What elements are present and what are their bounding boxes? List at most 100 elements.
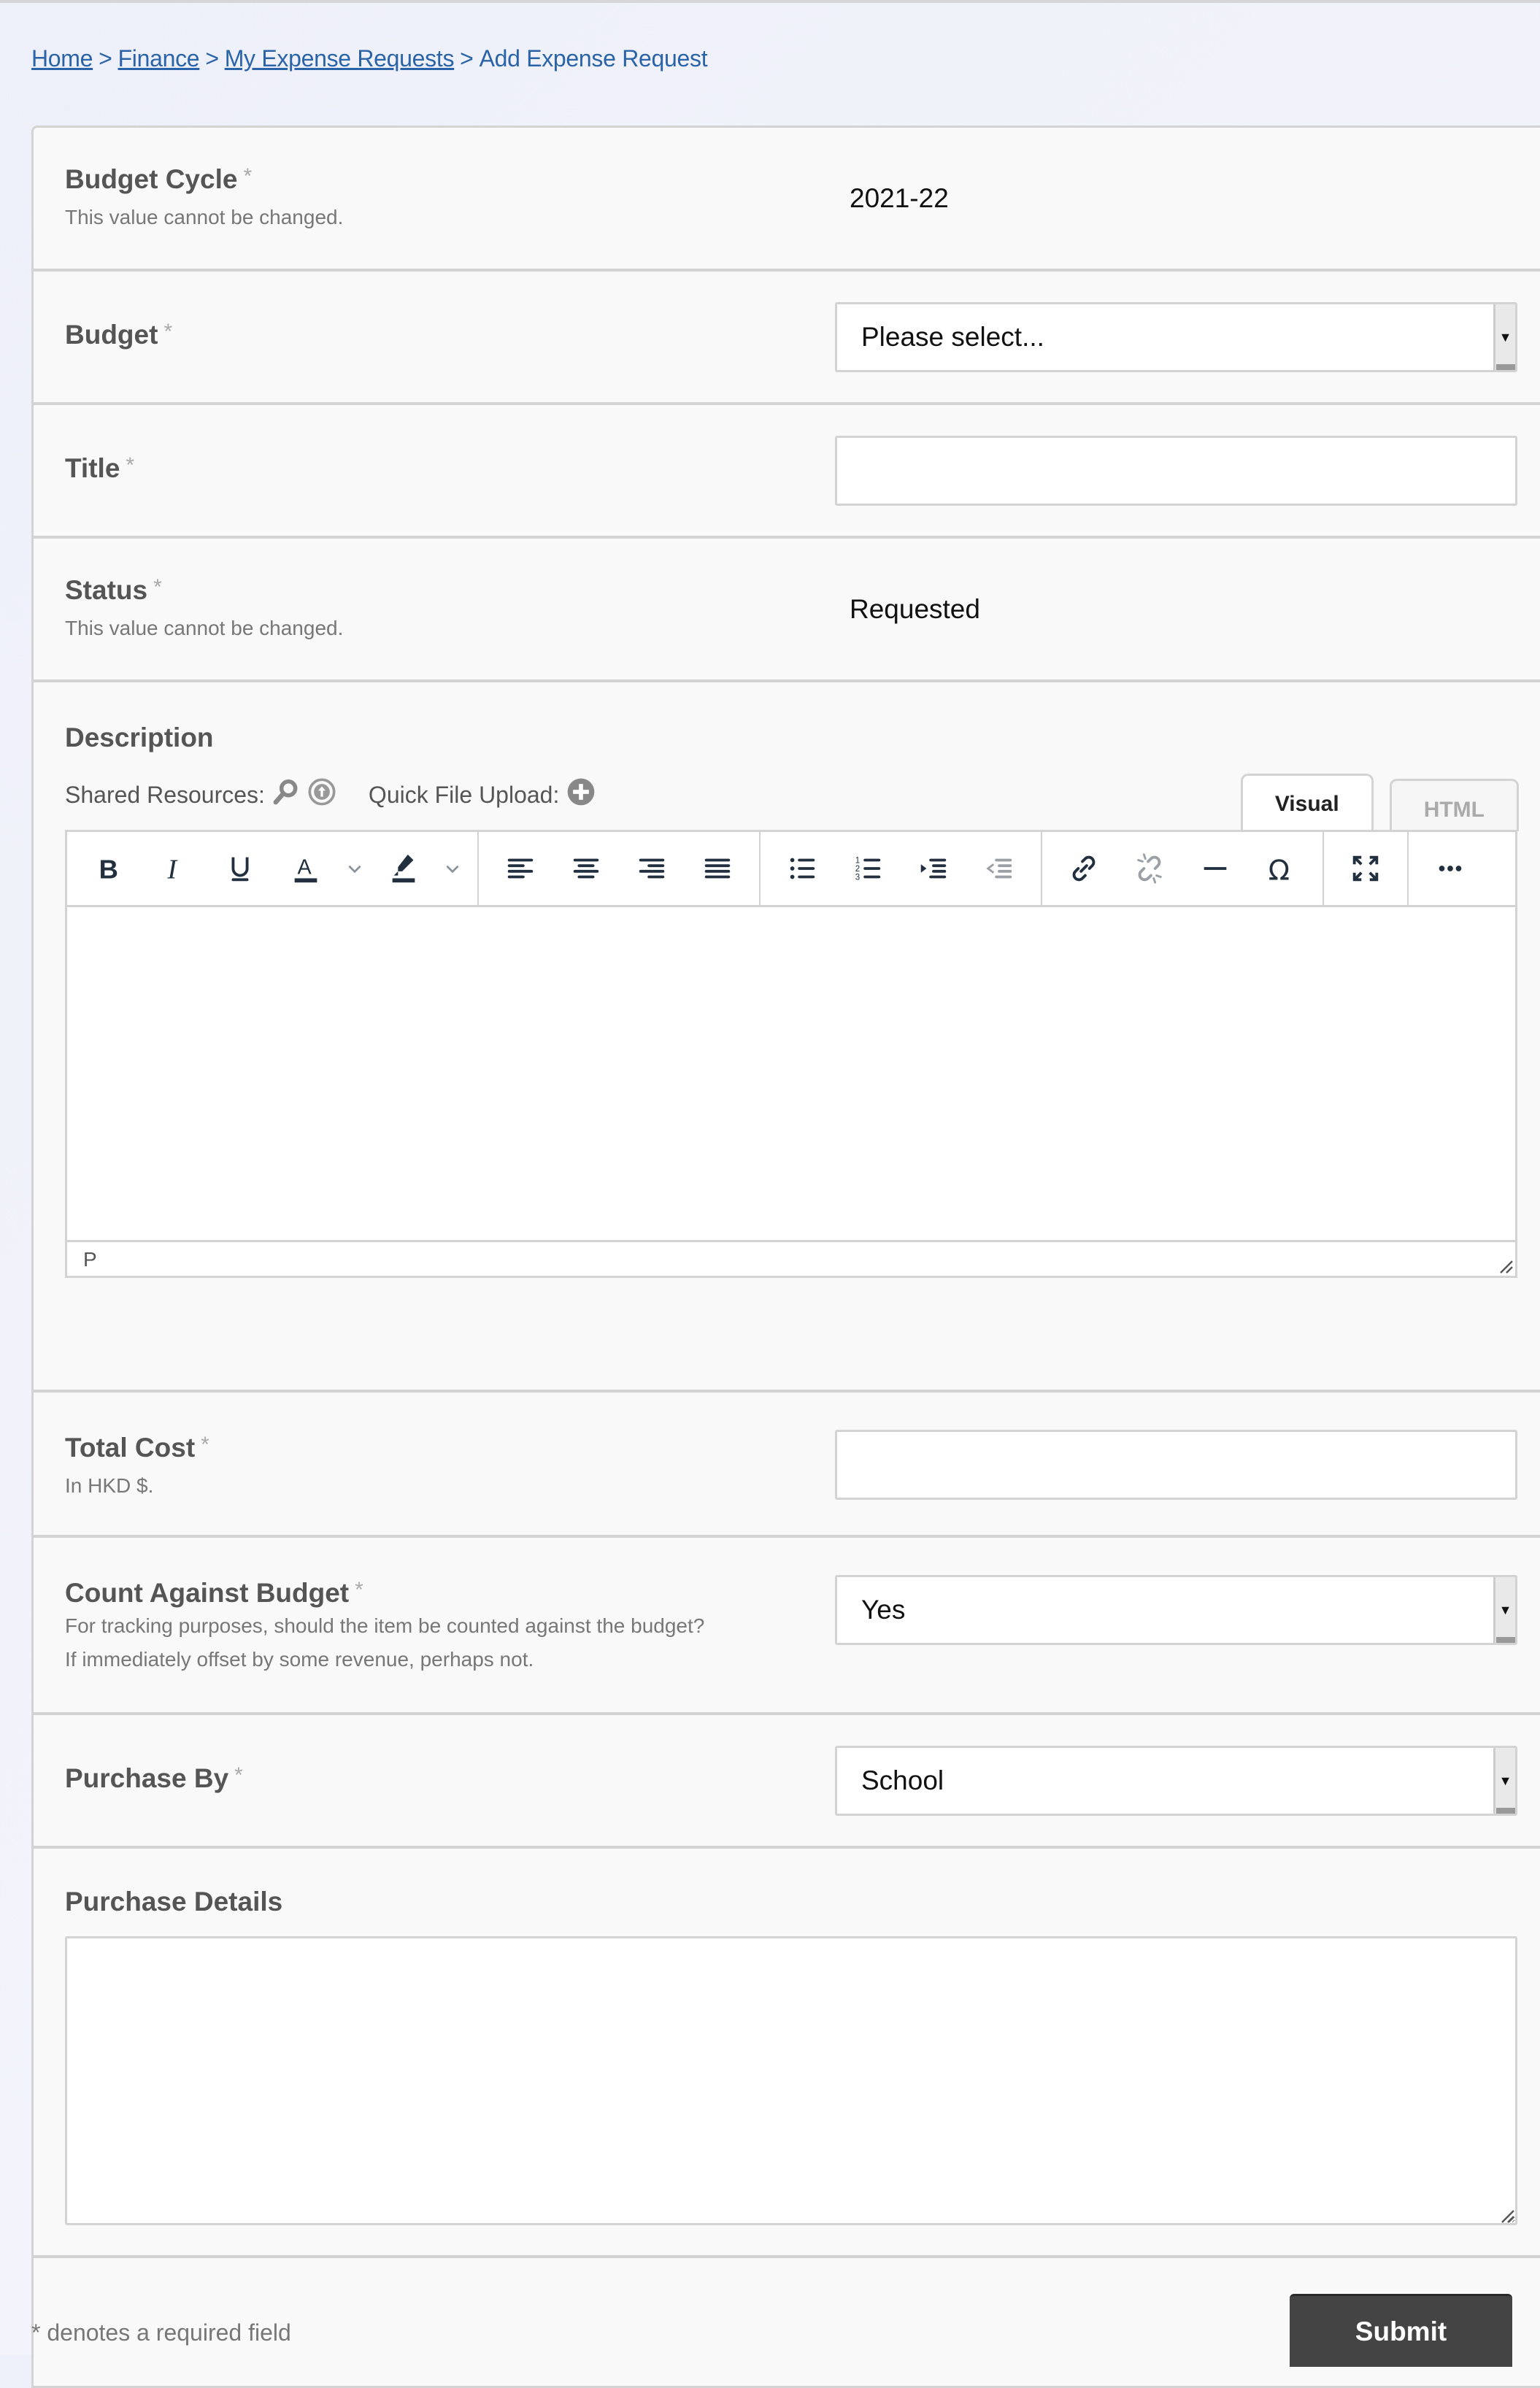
svg-text:1: 1 bbox=[855, 856, 860, 865]
status-hint: This value cannot be changed. bbox=[65, 617, 344, 639]
element-path[interactable]: P bbox=[83, 1248, 97, 1271]
row-purchase-details: Purchase Details bbox=[34, 1849, 1540, 2258]
breadcrumb-finance[interactable]: Finance bbox=[118, 45, 200, 72]
title-input[interactable] bbox=[835, 436, 1517, 506]
tab-html[interactable]: HTML bbox=[1389, 779, 1519, 831]
fullscreen-button[interactable] bbox=[1333, 832, 1398, 905]
required-marker: * bbox=[234, 1763, 243, 1787]
row-total-cost: Total Cost * In HKD $. bbox=[34, 1393, 1540, 1538]
purchase-by-select[interactable]: School ▼ bbox=[835, 1746, 1517, 1816]
total-cost-label: Total Cost * bbox=[65, 1433, 209, 1463]
title-label: Title * bbox=[65, 453, 135, 483]
purchase-details-label: Purchase Details bbox=[65, 1887, 283, 1917]
align-right-button[interactable] bbox=[619, 832, 685, 905]
required-field-note: * denotes a required field bbox=[31, 2319, 291, 2346]
numbered-list-icon: 123 bbox=[855, 856, 881, 882]
bold-button[interactable]: B bbox=[76, 832, 142, 905]
resource-links: Shared Resources: Quick File Upload: bbox=[65, 777, 596, 812]
underline-button[interactable] bbox=[207, 832, 273, 905]
top-border bbox=[0, 0, 1540, 3]
total-cost-input[interactable] bbox=[835, 1430, 1517, 1500]
breadcrumb-home[interactable]: Home bbox=[31, 45, 93, 72]
breadcrumb-current: Add Expense Request bbox=[479, 45, 708, 72]
expense-request-form: Budget Cycle * This value cannot be chang… bbox=[31, 126, 1540, 2388]
count-against-budget-label: Count Against Budget * bbox=[65, 1578, 363, 1608]
search-icon[interactable] bbox=[272, 778, 300, 812]
budget-label: Budget * bbox=[65, 320, 173, 350]
upload-icon[interactable] bbox=[307, 777, 336, 812]
horizontal-rule-button[interactable] bbox=[1182, 832, 1248, 905]
breadcrumb-separator: > bbox=[460, 45, 474, 72]
status-label: Status * bbox=[65, 575, 162, 605]
add-file-icon[interactable] bbox=[566, 777, 596, 812]
row-count-against-budget: Count Against Budget * For tracking purpo… bbox=[34, 1538, 1540, 1715]
toolbar-group-format: B I A bbox=[67, 832, 479, 905]
align-center-icon bbox=[573, 858, 599, 879]
svg-text:I: I bbox=[166, 854, 178, 885]
text-color-dropdown[interactable] bbox=[339, 832, 371, 905]
submit-button[interactable]: Submit bbox=[1290, 2294, 1512, 2367]
link-button[interactable] bbox=[1051, 832, 1117, 905]
quick-file-upload-label: Quick File Upload: bbox=[368, 781, 560, 808]
highlight-button[interactable] bbox=[371, 832, 436, 905]
bullet-list-button[interactable] bbox=[769, 832, 835, 905]
purchase-by-label: Purchase By * bbox=[65, 1763, 243, 1793]
dropdown-arrow-icon[interactable]: ▼ bbox=[1493, 304, 1515, 370]
outdent-button[interactable] bbox=[966, 832, 1032, 905]
more-button[interactable] bbox=[1417, 832, 1483, 905]
breadcrumb: Home > Finance > My Expense Requests > Add Exp… bbox=[31, 45, 708, 72]
underline-icon bbox=[231, 857, 249, 882]
shared-resources-label: Shared Resources: bbox=[65, 781, 265, 808]
dropdown-arrow-icon[interactable]: ▼ bbox=[1493, 1577, 1515, 1643]
purchase-details-textarea[interactable] bbox=[65, 1936, 1517, 2225]
resize-handle-icon[interactable] bbox=[1496, 1257, 1514, 1274]
row-budget-cycle: Budget Cycle * This value cannot be chang… bbox=[34, 128, 1540, 271]
bullet-list-icon bbox=[790, 858, 815, 879]
rich-text-editor: B I A 123 Ω P bbox=[65, 830, 1517, 1278]
count-against-budget-select[interactable]: Yes ▼ bbox=[835, 1575, 1517, 1645]
outdent-icon bbox=[986, 858, 1012, 879]
unlink-button[interactable] bbox=[1117, 832, 1182, 905]
count-against-budget-hint: For tracking purposes, should the item b… bbox=[65, 1614, 705, 1671]
budget-cycle-value: 2021-22 bbox=[850, 183, 949, 213]
row-status: Status * This value cannot be changed. Re… bbox=[34, 539, 1540, 682]
editor-mode-tabs: Visual HTML bbox=[1240, 771, 1519, 833]
budget-select[interactable]: Please select... ▼ bbox=[835, 302, 1517, 372]
purchase-by-selected-value: School bbox=[861, 1765, 944, 1795]
toolbar-group-insert: Ω bbox=[1042, 832, 1324, 905]
svg-text:2: 2 bbox=[855, 865, 860, 874]
dropdown-arrow-icon[interactable]: ▼ bbox=[1493, 1748, 1515, 1814]
svg-text:A: A bbox=[298, 856, 312, 879]
special-character-button[interactable]: Ω bbox=[1248, 832, 1314, 905]
count-against-budget-selected-value: Yes bbox=[861, 1595, 906, 1625]
resize-handle-icon[interactable] bbox=[1498, 2206, 1515, 2224]
indent-icon bbox=[920, 858, 947, 879]
justify-icon bbox=[704, 858, 731, 879]
svg-text:B: B bbox=[99, 854, 118, 884]
indent-button[interactable] bbox=[901, 832, 966, 905]
italic-button[interactable]: I bbox=[142, 832, 207, 905]
align-left-button[interactable] bbox=[488, 832, 553, 905]
editor-content-area[interactable] bbox=[67, 907, 1515, 1242]
breadcrumb-my-expense-requests[interactable]: My Expense Requests bbox=[225, 45, 455, 72]
align-center-button[interactable] bbox=[553, 832, 619, 905]
row-purchase-by: Purchase By * School ▼ bbox=[34, 1715, 1540, 1849]
toolbar-group-align bbox=[479, 832, 761, 905]
row-title: Title * bbox=[34, 405, 1540, 539]
highlight-dropdown[interactable] bbox=[436, 832, 469, 905]
omega-icon: Ω bbox=[1268, 854, 1290, 885]
status-value: Requested bbox=[850, 594, 980, 624]
tab-visual[interactable]: Visual bbox=[1240, 774, 1374, 833]
text-color-button[interactable]: A bbox=[273, 832, 339, 905]
justify-button[interactable] bbox=[685, 832, 750, 905]
required-marker: * bbox=[126, 453, 135, 477]
fullscreen-icon bbox=[1352, 855, 1379, 882]
chevron-down-icon bbox=[348, 865, 361, 874]
align-right-icon bbox=[639, 858, 665, 879]
required-marker: * bbox=[243, 164, 253, 188]
required-marker: * bbox=[355, 1578, 363, 1602]
toolbar-group-view bbox=[1324, 832, 1409, 905]
chevron-down-icon bbox=[446, 865, 459, 874]
numbered-list-button[interactable]: 123 bbox=[835, 832, 901, 905]
unlink-icon bbox=[1137, 853, 1162, 884]
